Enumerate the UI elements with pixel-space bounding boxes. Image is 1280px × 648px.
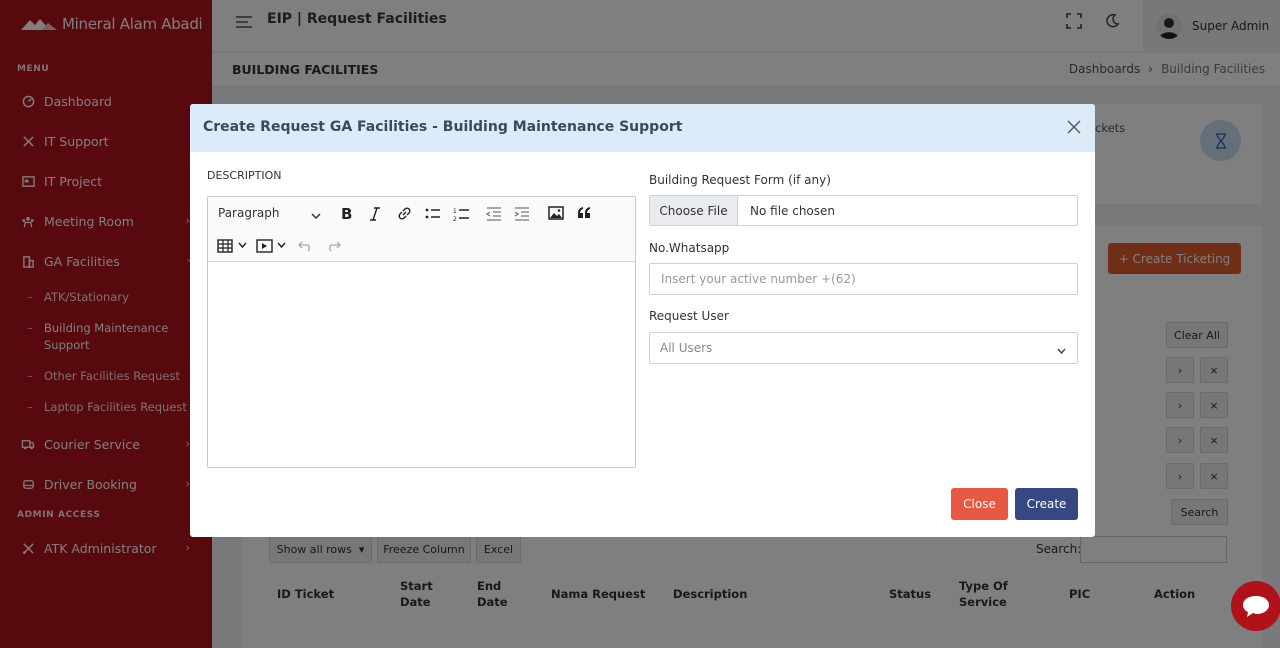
whatsapp-input[interactable] — [649, 263, 1078, 295]
modal-title: Create Request GA Facilities - Building … — [203, 119, 683, 135]
file-upload-input[interactable]: Choose File No file chosen — [649, 195, 1078, 226]
close-icon[interactable] — [1067, 120, 1083, 136]
chat-bubble-icon[interactable] — [1231, 581, 1280, 631]
redo-icon[interactable] — [326, 240, 341, 252]
editor-toolbar: Paragraph B 12 — [208, 197, 635, 262]
chevron-down-icon[interactable] — [311, 209, 321, 223]
chevron-down-icon[interactable] — [238, 242, 247, 249]
bullet-list-icon[interactable] — [425, 207, 441, 221]
chevron-down-icon[interactable] — [277, 242, 286, 249]
indent-icon[interactable] — [514, 207, 530, 221]
modal-header: Create Request GA Facilities - Building … — [190, 104, 1095, 152]
whatsapp-label: No.Whatsapp — [649, 241, 730, 255]
media-icon[interactable] — [256, 239, 273, 253]
request-user-value: All Users — [660, 341, 713, 355]
request-user-label: Request User — [649, 309, 729, 323]
editor-content-area[interactable] — [208, 262, 635, 467]
create-button[interactable]: Create — [1015, 488, 1078, 520]
chevron-down-icon — [1057, 344, 1066, 358]
file-status-text: No file chosen — [750, 203, 836, 218]
request-user-select[interactable]: All Users — [649, 332, 1078, 364]
create-request-modal: Create Request GA Facilities - Building … — [190, 104, 1095, 537]
italic-icon[interactable] — [369, 206, 381, 222]
block-format-select[interactable]: Paragraph — [218, 206, 279, 220]
numbered-list-icon[interactable]: 12 — [453, 206, 470, 222]
link-icon[interactable] — [397, 206, 412, 221]
svg-text:1: 1 — [453, 208, 457, 215]
bold-icon[interactable]: B — [340, 206, 354, 222]
undo-icon[interactable] — [298, 240, 313, 252]
outdent-icon[interactable] — [486, 207, 502, 221]
description-label: DESCRIPTION — [207, 169, 282, 182]
close-button[interactable]: Close — [951, 488, 1008, 520]
blockquote-icon[interactable] — [577, 206, 592, 220]
rich-text-editor: Paragraph B 12 — [207, 196, 636, 468]
building-form-label: Building Request Form (if any) — [649, 173, 831, 187]
choose-file-button[interactable]: Choose File — [650, 196, 738, 225]
svg-text:2: 2 — [453, 216, 457, 222]
table-icon[interactable] — [217, 239, 233, 253]
image-icon[interactable] — [548, 206, 564, 220]
svg-text:B: B — [341, 206, 352, 222]
